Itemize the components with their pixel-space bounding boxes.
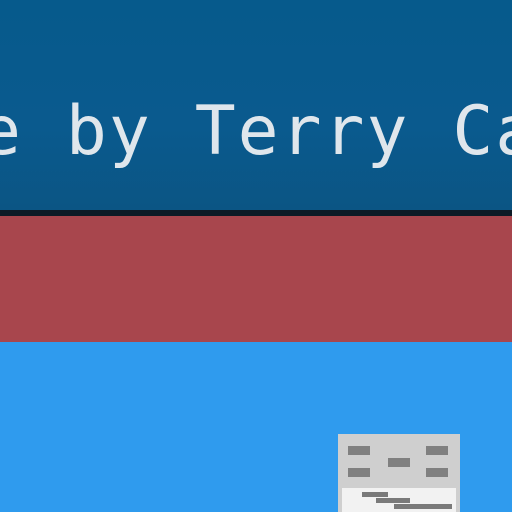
banner-title: e by Terry Cav [0, 92, 512, 171]
icon-dash [388, 458, 410, 467]
accent-stripe [0, 216, 512, 342]
title-banner: e by Terry Cav [0, 0, 512, 210]
icon-dash [426, 446, 448, 455]
icon-dash [348, 468, 370, 477]
icon-line [376, 498, 410, 503]
icon-dash [426, 468, 448, 477]
icon-line [394, 504, 452, 509]
icon-paper [342, 488, 456, 512]
app-window: e by Terry Cav [0, 0, 512, 512]
icon-dash [348, 446, 370, 455]
icon-line [362, 492, 388, 497]
document-icon[interactable] [338, 434, 460, 512]
